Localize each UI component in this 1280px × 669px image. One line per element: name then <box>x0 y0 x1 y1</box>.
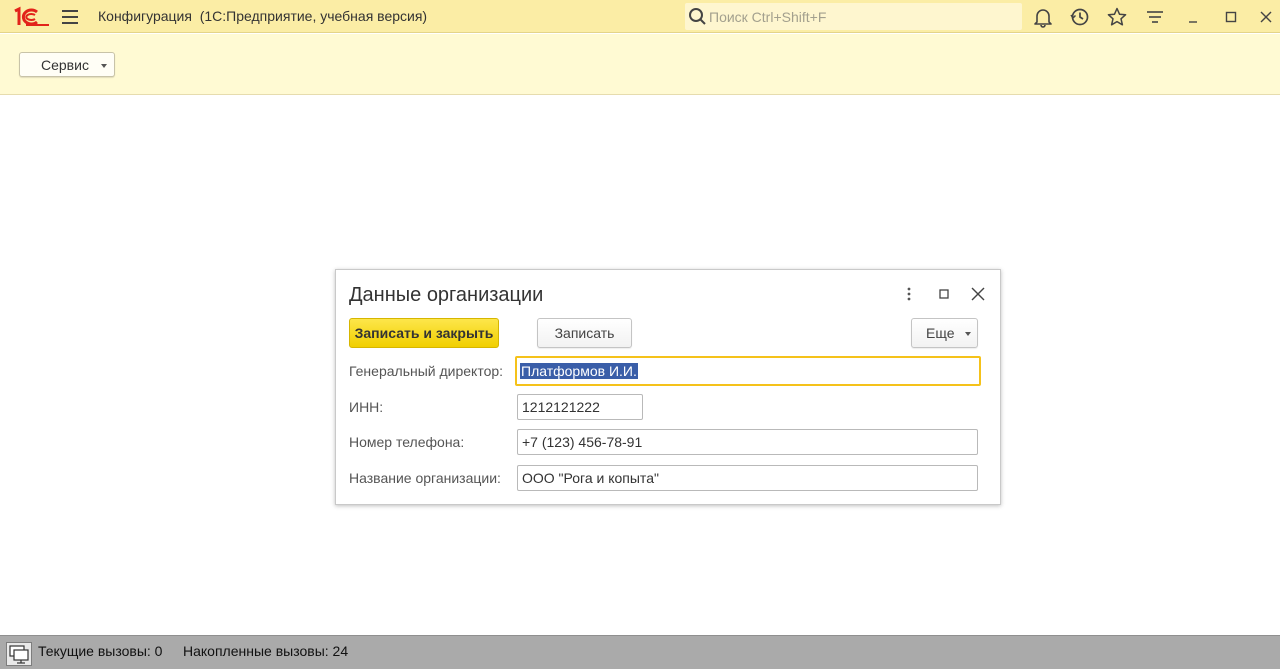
search-box[interactable] <box>685 3 1022 30</box>
org-name-label: Название организации: <box>349 470 501 486</box>
phone-label: Номер телефона: <box>349 434 465 450</box>
director-value: Платформов И.И. <box>520 363 638 379</box>
star-icon[interactable] <box>1106 6 1128 28</box>
more-button[interactable]: Еще <box>911 318 978 348</box>
monitor-icon[interactable] <box>6 642 32 666</box>
inn-field[interactable]: 1212121222 <box>517 394 643 420</box>
save-and-close-button[interactable]: Записать и закрыть <box>349 318 499 348</box>
dialog-title: Данные организации <box>349 284 544 306</box>
more-button-label: Еще <box>926 325 955 341</box>
org-name-value: ООО "Рога и копыта" <box>522 470 659 486</box>
phone-field[interactable]: +7 (123) 456-78-91 <box>517 429 978 455</box>
current-calls: Текущие вызовы: 0 <box>38 643 163 659</box>
logo-1c-icon <box>12 6 50 28</box>
chevron-down-icon <box>965 332 971 336</box>
history-icon[interactable] <box>1069 6 1091 28</box>
dialog-maximize-icon[interactable] <box>934 284 954 304</box>
app-title: Конфигурация (1С:Предприятие, учебная ве… <box>98 8 428 24</box>
more-actions-icon[interactable] <box>899 284 919 304</box>
filter-lines-icon[interactable] <box>1144 6 1166 28</box>
service-menu-button[interactable]: Сервис <box>19 52 115 77</box>
inn-label: ИНН: <box>349 399 384 415</box>
minimize-icon[interactable] <box>1182 6 1204 28</box>
close-icon[interactable] <box>1255 6 1277 28</box>
save-button[interactable]: Записать <box>537 318 632 348</box>
app-window: Конфигурация (1С:Предприятие, учебная ве… <box>0 0 1280 669</box>
director-label: Генеральный директор: <box>349 363 504 379</box>
maximize-icon[interactable] <box>1220 6 1242 28</box>
title-bar: Конфигурация (1С:Предприятие, учебная ве… <box>0 0 1280 33</box>
org-name-field[interactable]: ООО "Рога и копыта" <box>517 465 978 491</box>
bell-icon[interactable] <box>1032 6 1054 28</box>
phone-value: +7 (123) 456-78-91 <box>522 434 643 450</box>
accumulated-calls: Накопленные вызовы: 24 <box>183 643 349 659</box>
chevron-down-icon <box>101 64 107 68</box>
search-icon <box>689 8 706 25</box>
service-menu-label: Сервис <box>41 57 89 73</box>
main-menu-icon[interactable] <box>60 7 80 27</box>
command-bar: Сервис <box>0 34 1280 95</box>
inn-value: 1212121222 <box>522 399 600 415</box>
organization-data-dialog: Данные организации Записать и закрыть За… <box>335 269 1001 505</box>
search-input[interactable] <box>709 7 1009 26</box>
status-bar: Текущие вызовы: 0 Накопленные вызовы: 24 <box>0 635 1280 669</box>
dialog-close-icon[interactable] <box>968 284 988 304</box>
director-field[interactable]: Платформов И.И. <box>515 356 981 386</box>
